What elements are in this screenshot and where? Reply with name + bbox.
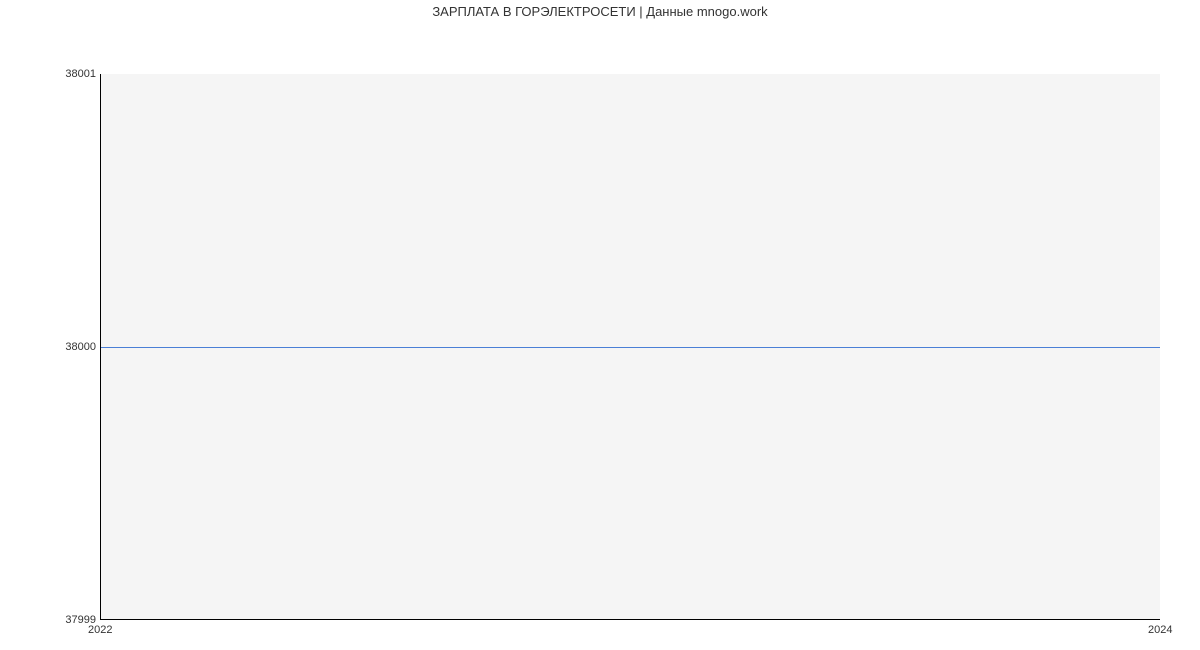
- y-tick-label: 38000: [36, 341, 96, 353]
- chart-title: ЗАРПЛАТА В ГОРЭЛЕКТРОСЕТИ | Данные mnogo…: [0, 0, 1200, 24]
- salary-series-line: [101, 347, 1160, 348]
- plot-area: [100, 74, 1160, 620]
- chart-container: 38001 38000 37999 2022 2024: [0, 24, 1200, 644]
- x-tick-label: 2024: [1148, 624, 1172, 636]
- y-tick-label: 37999: [36, 614, 96, 626]
- x-tick-label: 2022: [88, 624, 112, 636]
- y-tick-label: 38001: [36, 68, 96, 80]
